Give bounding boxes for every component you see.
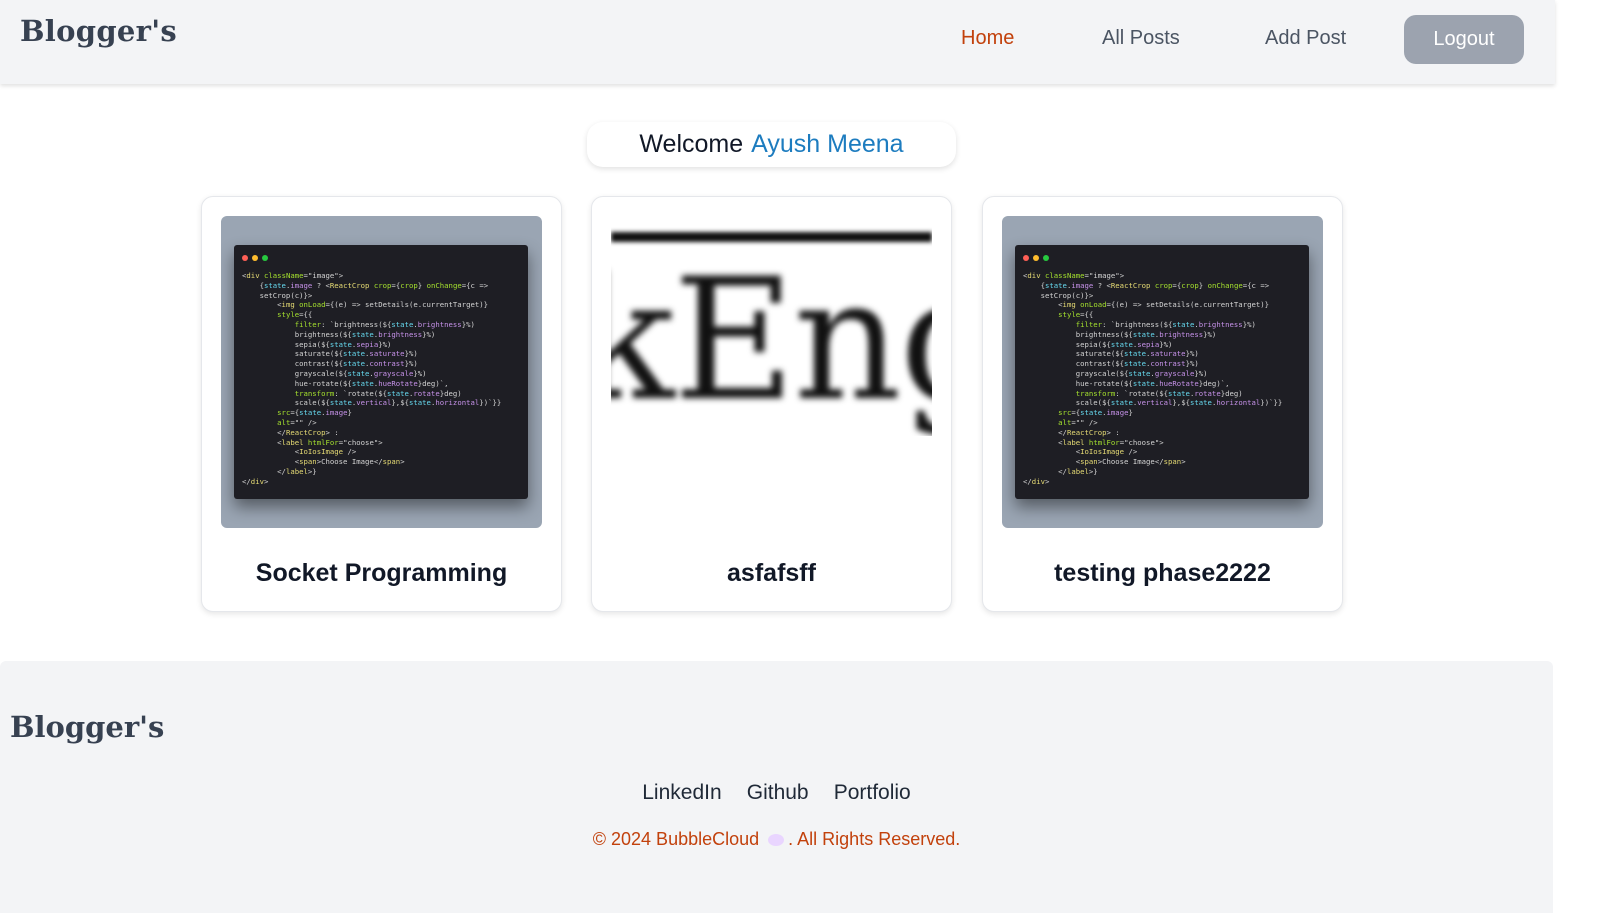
minimize-dot-icon [252, 255, 258, 261]
maximize-dot-icon [262, 255, 268, 261]
window-controls [1023, 255, 1301, 261]
post-thumbnail[interactable]: kEng [611, 216, 932, 528]
maximize-dot-icon [1043, 255, 1049, 261]
window-controls [242, 255, 520, 261]
welcome-prefix: Welcome [639, 130, 744, 158]
copyright-text: © 2024 BubbleCloud . All Rights Reserved… [0, 829, 1553, 850]
post-title[interactable]: asfafsff [592, 559, 951, 588]
minimize-dot-icon [1033, 255, 1039, 261]
blurred-image: kEng [611, 216, 932, 436]
nav-add-post[interactable]: Add Post [1265, 27, 1346, 50]
footer-link-github[interactable]: Github [747, 781, 809, 804]
post-thumbnail[interactable]: <div className="image"> {state.image ? <… [221, 216, 542, 528]
code-snippet: <div className="image"> {state.image ? <… [242, 271, 502, 486]
nav-all-posts[interactable]: All Posts [1102, 27, 1180, 50]
code-window: <div className="image"> {state.image ? <… [234, 245, 528, 499]
footer-links: LinkedIn Github Portfolio [0, 781, 1553, 805]
code-snippet: <div className="image"> {state.image ? <… [1023, 271, 1283, 486]
footer-brand: Blogger's [10, 710, 165, 744]
copyright-prefix: © 2024 BubbleCloud [592, 829, 760, 849]
post-thumbnail[interactable]: <div className="image"> {state.image ? <… [1002, 216, 1323, 528]
logout-button[interactable]: Logout [1404, 15, 1524, 64]
speech-bubble-icon [768, 834, 785, 847]
blurred-text: kEng [611, 242, 932, 436]
site-header: Blogger's Home All Posts Add Post Logout [0, 0, 1555, 84]
post-title[interactable]: testing phase2222 [983, 559, 1342, 588]
post-card[interactable]: kEng asfafsff [591, 196, 952, 612]
close-dot-icon [242, 255, 248, 261]
post-card[interactable]: <div className="image"> {state.image ? <… [201, 196, 562, 612]
post-title[interactable]: Socket Programming [202, 559, 561, 588]
close-dot-icon [1023, 255, 1029, 261]
blurred-rule [611, 232, 932, 242]
footer-link-portfolio[interactable]: Portfolio [834, 781, 911, 804]
nav-home[interactable]: Home [961, 27, 1014, 50]
site-footer: Blogger's LinkedIn Github Portfolio © 20… [0, 661, 1553, 913]
post-card[interactable]: <div className="image"> {state.image ? <… [982, 196, 1343, 612]
copyright-suffix: . All Rights Reserved. [788, 829, 961, 849]
site-brand[interactable]: Blogger's [20, 14, 177, 48]
footer-link-linkedin[interactable]: LinkedIn [642, 781, 721, 804]
welcome-username: Ayush Meena [751, 130, 904, 158]
welcome-banner: Welcome Ayush Meena [587, 122, 956, 167]
code-window: <div className="image"> {state.image ? <… [1015, 245, 1309, 499]
